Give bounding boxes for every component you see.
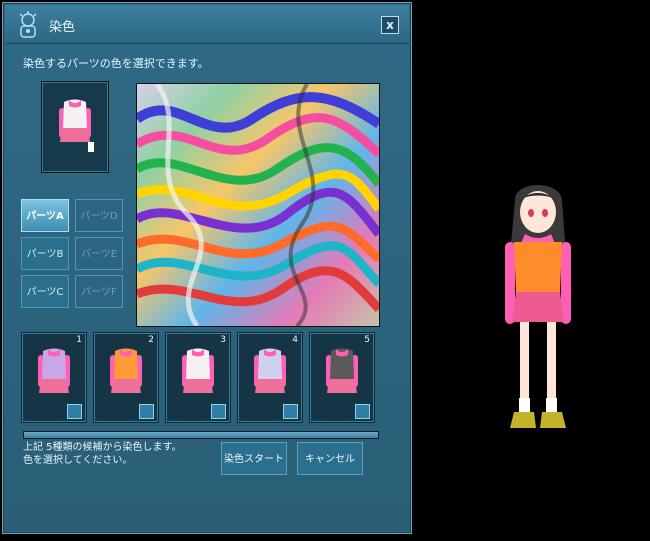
status-line-1: 上記 5種類の候補から染色します。 (23, 442, 182, 453)
outfit-preview-icon (59, 99, 94, 152)
cancel-button[interactable]: キャンセル (297, 442, 363, 475)
candidate-number: 4 (292, 335, 298, 345)
zoom-icon[interactable] (283, 404, 298, 419)
color-palette[interactable] (136, 83, 380, 327)
character-avatar (505, 185, 571, 428)
status-line-2: 色を選択してください。 (23, 455, 133, 466)
candidate-number: 1 (76, 335, 82, 345)
progress-bar (23, 431, 379, 439)
instruction-text: 染色するパーツの色を選択できます。 (23, 57, 209, 70)
window-title: 染色 (49, 20, 76, 35)
start-dye-button[interactable]: 染色スタート (221, 442, 287, 475)
candidate-number: 5 (364, 335, 370, 345)
candidate-number: 3 (220, 335, 226, 345)
title-bar[interactable]: 染色 x (5, 5, 409, 44)
color-candidate-2[interactable]: 2 (93, 332, 159, 423)
part-d-button[interactable]: パーツD (75, 199, 123, 232)
color-candidate-1[interactable]: 1 (21, 332, 87, 423)
part-preview (41, 81, 109, 173)
magnifier-icon[interactable] (139, 404, 154, 419)
part-b-button[interactable]: パーツB (21, 237, 69, 270)
close-button[interactable]: x (381, 16, 399, 34)
status-message: 上記 5種類の候補から染色します。 色を選択してください。 (23, 441, 182, 467)
part-f-button[interactable]: パーツF (75, 275, 123, 308)
dye-dialog: 染色 x 染色するパーツの色を選択できます。 パーツA パーツD パーツB パー… (2, 2, 412, 534)
candidate-number: 2 (148, 335, 154, 345)
progress-fill (24, 432, 378, 438)
color-candidate-4[interactable]: 4 (237, 332, 303, 423)
dye-bottle-icon (19, 11, 37, 38)
part-a-button[interactable]: パーツA (21, 199, 69, 232)
zoom-icon[interactable] (355, 404, 370, 419)
color-candidate-3[interactable]: 3 (165, 332, 231, 423)
color-candidate-5[interactable]: 5 (309, 332, 375, 423)
part-c-button[interactable]: パーツC (21, 275, 69, 308)
part-e-button[interactable]: パーツE (75, 237, 123, 270)
zoom-icon[interactable] (211, 404, 226, 419)
zoom-icon[interactable] (67, 404, 82, 419)
